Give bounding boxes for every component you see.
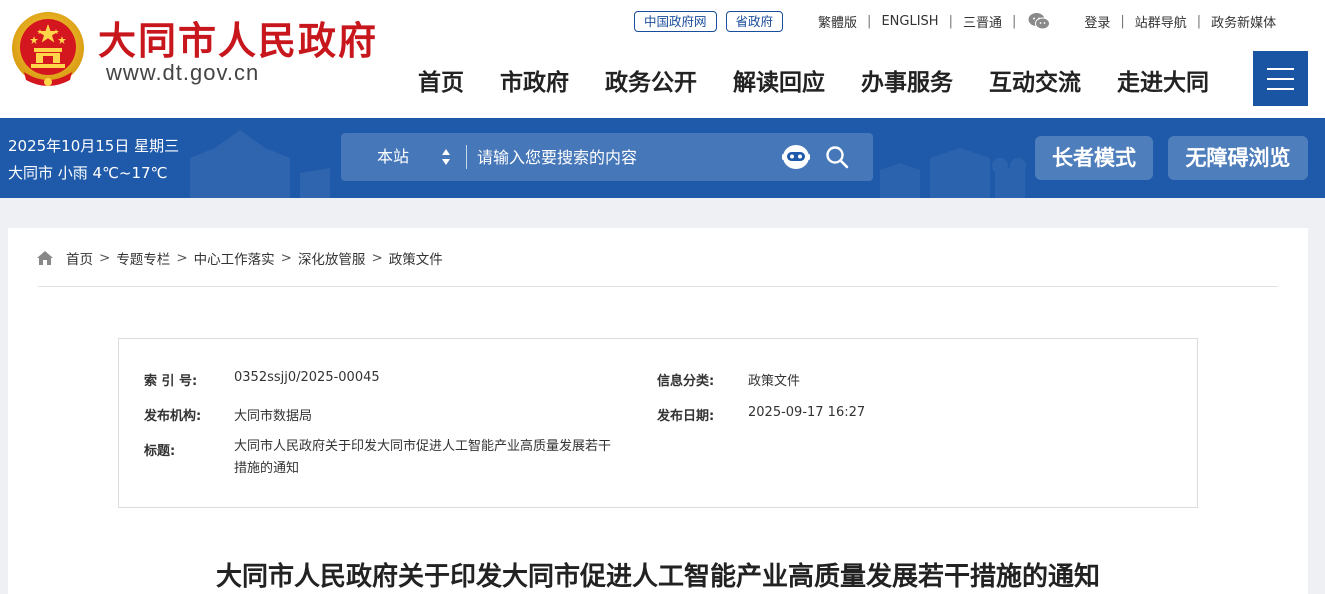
nav-item-interaction[interactable]: 互动交流 — [989, 63, 1081, 97]
breadcrumb-item-home[interactable]: 首页 — [66, 248, 93, 268]
search-icon[interactable] — [825, 145, 849, 169]
accessible-browse-button[interactable]: 无障碍浏览 — [1168, 136, 1308, 180]
new-media-link[interactable]: 政务新媒体 — [1211, 12, 1276, 31]
ai-assistant-icon[interactable] — [781, 143, 811, 171]
breadcrumb-item-policy[interactable]: 政策文件 — [389, 248, 443, 268]
elder-mode-button[interactable]: 长者模式 — [1035, 136, 1153, 180]
title-label: 标题: — [144, 444, 176, 459]
search-box: 本站 — [341, 133, 873, 181]
publish-date-label: 发布日期: — [657, 409, 715, 424]
publisher-value: 大同市数据局 — [234, 409, 313, 424]
national-emblem-icon[interactable] — [10, 10, 86, 90]
nav-item-about-datong[interactable]: 走进大同 — [1117, 63, 1209, 97]
breadcrumb-item-topics[interactable]: 专题专栏 — [116, 248, 170, 268]
nav-item-interpretation[interactable]: 解读回应 — [733, 63, 825, 97]
search-divider — [466, 145, 467, 169]
nav-item-open-affairs[interactable]: 政务公开 — [605, 63, 697, 97]
breadcrumb-separator: > — [280, 250, 292, 266]
search-band: 2025年10月15日 星期三 大同市 小雨 4℃~17℃ 本站 长者模式 无障… — [0, 118, 1325, 198]
divider: | — [948, 13, 953, 29]
current-date: 2025年10月15日 星期三 — [8, 137, 180, 155]
main-nav: 首页 市政府 政务公开 解读回应 办事服务 互动交流 走进大同 — [400, 58, 1227, 102]
top-utility-links: 中国政府网 省政府 繁體版 | ENGLISH | 三晋通 | 登录 | 站群导… — [634, 10, 1276, 32]
hamburger-bar — [1267, 87, 1294, 90]
login-link[interactable]: 登录 — [1084, 12, 1110, 31]
divider: | — [1011, 13, 1017, 29]
breadcrumb-separator: > — [176, 250, 188, 266]
site-group-nav-link[interactable]: 站群导航 — [1135, 12, 1187, 31]
index-number-value: 0352ssjj0/2025-00045 — [234, 370, 380, 385]
divider: | — [867, 13, 872, 29]
link-sanjintong[interactable]: 三晋通 — [963, 12, 1002, 31]
title-value: 大同市人民政府关于印发大同市促进人工智能产业高质量发展若干措施的通知 — [234, 439, 612, 476]
breadcrumb-item-reform[interactable]: 深化放管服 — [298, 248, 366, 268]
category-value: 政策文件 — [748, 374, 801, 389]
site-title[interactable]: 大同市人民政府 — [98, 10, 378, 65]
hamburger-bar — [1267, 77, 1294, 80]
home-icon[interactable] — [36, 250, 54, 266]
category-label: 信息分类: — [657, 374, 715, 389]
link-traditional-chinese[interactable]: 繁體版 — [818, 12, 857, 31]
sort-arrows-icon[interactable] — [441, 147, 451, 167]
search-input[interactable] — [477, 142, 777, 172]
document-title: 大同市人民政府关于印发大同市促进人工智能产业高质量发展若干措施的通知 — [215, 562, 1100, 592]
breadcrumb-item-central-work[interactable]: 中心工作落实 — [194, 248, 275, 268]
nav-item-city-gov[interactable]: 市政府 — [500, 63, 569, 97]
weather-info: 大同市 小雨 4℃~17℃ — [8, 164, 168, 182]
hamburger-menu-button[interactable] — [1253, 51, 1308, 106]
wechat-icon[interactable] — [1028, 12, 1051, 30]
link-english[interactable]: ENGLISH — [881, 14, 938, 29]
nav-item-home[interactable]: 首页 — [418, 63, 464, 97]
breadcrumb: 首页 > 专题专栏 > 中心工作落实 > 深化放管服 > 政策文件 — [36, 248, 443, 268]
index-number-label: 索 引 号: — [144, 374, 198, 389]
breadcrumb-divider — [38, 286, 1278, 287]
publisher-label: 发布机构: — [144, 409, 202, 424]
pill-link-gov-cn[interactable]: 中国政府网 — [634, 10, 717, 32]
document-info-box: 索 引 号: 0352ssjj0/2025-00045 信息分类: 政策文件 发… — [118, 338, 1198, 508]
site-header: 大同市人民政府 www.dt.gov.cn 中国政府网 省政府 繁體版 | EN… — [0, 0, 1325, 118]
breadcrumb-separator: > — [99, 250, 111, 266]
hamburger-bar — [1267, 67, 1294, 70]
search-scope-select[interactable]: 本站 — [377, 133, 409, 181]
content-card: 首页 > 专题专栏 > 中心工作落实 > 深化放管服 > 政策文件 索 引 号:… — [8, 228, 1308, 594]
breadcrumb-separator: > — [371, 250, 383, 266]
divider: | — [1196, 13, 1202, 29]
nav-item-services[interactable]: 办事服务 — [861, 63, 953, 97]
site-url: www.dt.gov.cn — [106, 60, 260, 85]
pill-link-province[interactable]: 省政府 — [725, 10, 784, 32]
publish-date-value: 2025-09-17 16:27 — [748, 405, 866, 420]
divider: | — [1120, 13, 1125, 29]
